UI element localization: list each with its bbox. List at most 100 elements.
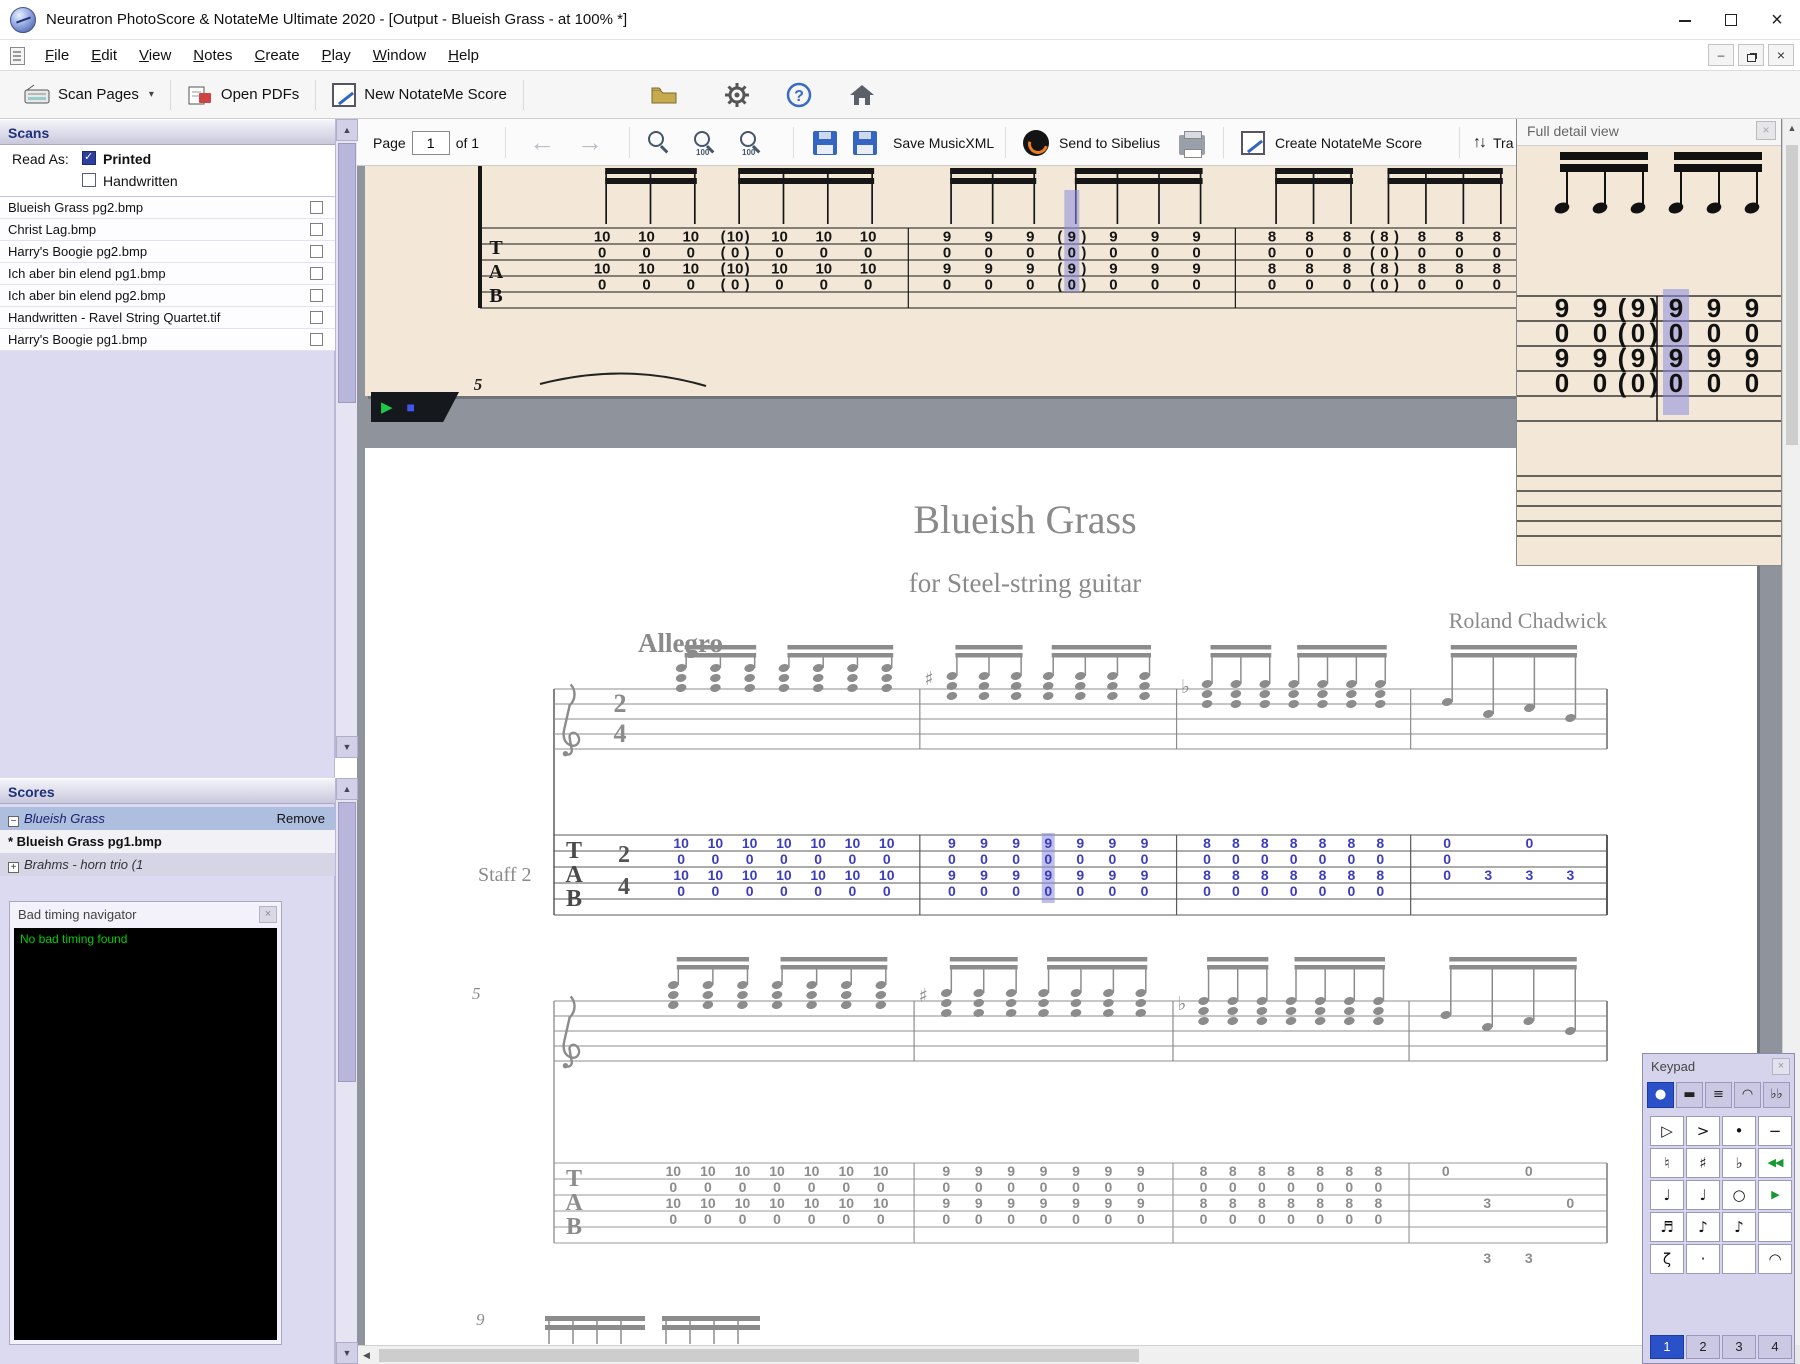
keypad-augmentation-dot-button[interactable]: · [1686, 1244, 1720, 1274]
menu-item-view[interactable]: View [128, 40, 182, 71]
settings-button[interactable] [714, 76, 760, 114]
save-musicxml-icon[interactable] [853, 130, 877, 155]
scroll-down-icon[interactable]: ▼ [336, 1342, 358, 1364]
zoom-tool-icon[interactable] [647, 130, 673, 156]
scrollbar-thumb[interactable] [1786, 145, 1798, 445]
menu-item-help[interactable]: Help [437, 40, 490, 71]
scan-pages-button[interactable]: Scan Pages ▾ [14, 76, 164, 114]
open-pdfs-button[interactable]: Open PDFs [177, 76, 309, 114]
home-button[interactable] [838, 76, 886, 114]
menu-item-play[interactable]: Play [311, 40, 362, 71]
play-button[interactable]: ▶ [381, 398, 393, 416]
open-folder-button[interactable] [640, 76, 688, 114]
keypad-tab-1[interactable]: 1 [1650, 1335, 1684, 1359]
close-button[interactable]: × [1754, 0, 1800, 40]
create-notateme-button[interactable]: Create NotateMe Score [1241, 119, 1422, 166]
menu-item-notes[interactable]: Notes [182, 40, 243, 71]
keypad-semibreve-button[interactable]: ● [1647, 1082, 1674, 1108]
full-detail-header[interactable]: Full detail view × [1517, 116, 1781, 146]
scan-file-checkbox[interactable] [310, 201, 323, 214]
transpose-button[interactable]: ↑↓ Tra [1473, 119, 1513, 166]
menu-item-edit[interactable]: Edit [80, 40, 128, 71]
scan-file-checkbox[interactable] [310, 223, 323, 236]
scroll-left-icon[interactable]: ◀ [357, 1346, 376, 1364]
maximize-button[interactable] [1708, 0, 1754, 40]
scan-file-checkbox[interactable] [310, 245, 323, 258]
keypad-play-button[interactable]: ▶ [1758, 1180, 1792, 1210]
keypad-staccato-button[interactable]: • [1722, 1116, 1756, 1146]
send-to-sibelius-button[interactable]: Send to Sibelius [1023, 119, 1160, 166]
help-button[interactable]: ? [776, 76, 822, 114]
scroll-up-icon[interactable]: ▲ [336, 119, 358, 141]
keypad-tenuto-button[interactable]: − [1758, 1116, 1792, 1146]
mdi-close-button[interactable]: × [1768, 44, 1794, 66]
new-notateme-score-button[interactable]: New NotateMe Score [322, 76, 517, 114]
keypad-close-button[interactable]: × [1772, 1058, 1790, 1075]
keypad-header[interactable]: Keypad × [1643, 1054, 1794, 1080]
keypad-blank-a-button[interactable] [1758, 1212, 1792, 1242]
save-musicxml-label[interactable]: Save MusicXML [893, 135, 994, 151]
scan-file-row[interactable]: Christ Lag.bmp [0, 219, 335, 241]
scans-scrollbar[interactable]: ▲ ▼ [335, 119, 358, 758]
keypad-tab-3[interactable]: 3 [1722, 1335, 1756, 1359]
scan-file-checkbox[interactable] [310, 289, 323, 302]
save-icon[interactable] [813, 130, 837, 155]
scroll-up-icon[interactable]: ▲ [336, 778, 358, 800]
scan-file-checkbox[interactable] [310, 311, 323, 324]
keypad-whole-note-button[interactable]: ○ [1722, 1180, 1756, 1210]
scan-file-checkbox[interactable] [310, 267, 323, 280]
scrollbar-thumb[interactable] [338, 143, 356, 403]
scroll-down-icon[interactable]: ▼ [336, 736, 358, 758]
keypad-rest-button[interactable]: ζ [1650, 1244, 1684, 1274]
zoom-out-100-icon[interactable]: 100 [693, 130, 719, 157]
mdi-minimize-button[interactable]: – [1708, 44, 1734, 66]
keypad-quarter-note-button[interactable]: ♩ [1650, 1180, 1684, 1210]
handwritten-checkbox[interactable] [82, 173, 96, 187]
full-detail-close-button[interactable]: × [1756, 121, 1776, 140]
score-item-page[interactable]: * Blueish Grass pg1.bmp [0, 830, 335, 853]
menu-item-create[interactable]: Create [244, 40, 311, 71]
scan-file-row[interactable]: Harry's Boogie pg1.bmp [0, 329, 335, 351]
expand-expander-icon[interactable]: + [8, 862, 19, 873]
scan-file-row[interactable]: Ich aber bin elend pg2.bmp [0, 285, 335, 307]
keypad-sixteenth-notes-button[interactable]: ♬ [1650, 1212, 1684, 1242]
keypad-minim-button[interactable]: ▬ [1676, 1082, 1703, 1108]
keypad-slur-button[interactable]: ◠ [1734, 1082, 1761, 1108]
scan-file-row[interactable]: Harry's Boogie pg2.bmp [0, 241, 335, 263]
collapse-expander-icon[interactable]: − [8, 816, 19, 827]
keypad-blank-b-button[interactable] [1722, 1244, 1756, 1274]
minimize-button[interactable] [1662, 0, 1708, 40]
keypad-natural-button[interactable]: ♮ [1650, 1148, 1684, 1178]
scrollbar-thumb[interactable] [379, 1349, 1139, 1362]
scan-pages-dropdown-caret[interactable]: ▾ [149, 89, 154, 100]
keypad-sharp-button[interactable]: ♯ [1686, 1148, 1720, 1178]
scrollbar-thumb[interactable] [338, 802, 356, 1082]
horizontal-scrollbar[interactable]: ◀ ▶ [357, 1345, 1782, 1364]
keypad-rewind-button[interactable]: ◀◀ [1758, 1148, 1792, 1178]
keypad-flat-button[interactable]: ♭ [1722, 1148, 1756, 1178]
keypad-grace-note-button[interactable]: ♪ [1722, 1212, 1756, 1242]
scan-file-row[interactable]: Ich aber bin elend pg1.bmp [0, 263, 335, 285]
keypad-tab-4[interactable]: 4 [1758, 1335, 1792, 1359]
mdi-restore-button[interactable] [1738, 44, 1764, 66]
keypad-double-flat-button[interactable]: ♭♭ [1763, 1082, 1790, 1108]
back-arrow-icon[interactable]: ← [529, 127, 555, 158]
keypad-accent-button[interactable]: > [1686, 1116, 1720, 1146]
zoom-100-icon[interactable]: 100 [739, 130, 765, 157]
keypad-beam-group-button[interactable]: ≡ [1705, 1082, 1732, 1108]
bad-timing-close-button[interactable]: × [259, 906, 277, 923]
printed-checkbox[interactable] [82, 150, 96, 165]
keypad-tie-button[interactable]: ◠ [1758, 1244, 1792, 1274]
menu-item-file[interactable]: File [34, 40, 80, 71]
forward-arrow-icon[interactable]: → [577, 127, 603, 158]
keypad-half-note-button[interactable]: ♩ [1686, 1180, 1720, 1210]
keypad-cursor-button[interactable]: ▷ [1650, 1116, 1684, 1146]
remove-link[interactable]: Remove [277, 807, 325, 830]
print-button[interactable] [1179, 119, 1205, 166]
page-number-input[interactable] [411, 130, 450, 155]
scan-file-row[interactable]: Handwritten - Ravel String Quartet.tif [0, 307, 335, 329]
stop-button[interactable]: ■ [407, 399, 415, 415]
score-item-blueish-grass[interactable]: − Blueish Grass Remove [0, 807, 335, 830]
keypad-tab-2[interactable]: 2 [1686, 1335, 1720, 1359]
keypad-eighth-note-button[interactable]: ♪ [1686, 1212, 1720, 1242]
